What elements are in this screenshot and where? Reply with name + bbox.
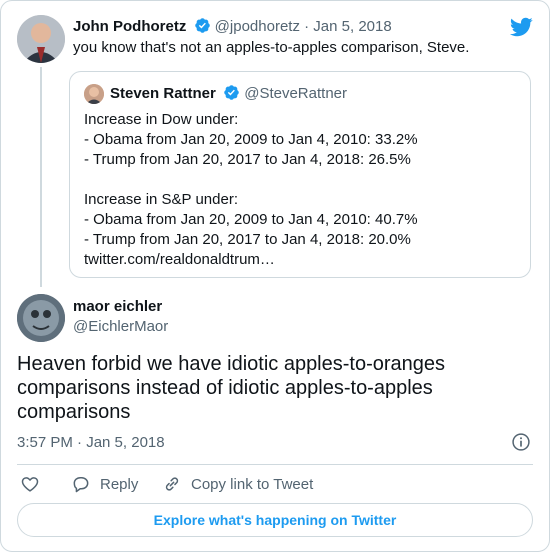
parent-tweet-header: John Podhoretz @jpodhoretz · Jan 5, 2018 <box>73 17 392 37</box>
avatar-steven-rattner <box>84 84 104 104</box>
dot-separator: · <box>304 18 310 35</box>
tweet-timestamp[interactable]: 3:57 PM · Jan 5, 2018 <box>17 433 165 453</box>
quoted-text-line: - Trump from Jan 20, 2017 to Jan 4, 2018… <box>84 151 411 168</box>
explore-button[interactable]: Explore what's happening on Twitter <box>17 503 533 537</box>
quoted-text-line: - Obama from Jan 20, 2009 to Jan 4, 2010… <box>84 131 418 148</box>
reply-label: Reply <box>100 475 139 493</box>
main-tweet-text: Heaven forbid we have idiotic apples-to-… <box>17 352 517 424</box>
verified-badge-icon <box>224 85 239 100</box>
quoted-text-line <box>84 170 418 190</box>
parent-tweet-text: you know that's not an apples-to-apples … <box>73 39 470 56</box>
thread-connector <box>40 67 42 287</box>
reply-button[interactable]: Reply <box>71 473 138 495</box>
copy-link-button[interactable]: Copy link to Tweet <box>162 473 313 495</box>
main-tweet-text-line: comparisons instead of idiotic apples-to… <box>17 377 433 399</box>
divider <box>17 464 533 465</box>
like-button[interactable] <box>20 473 40 495</box>
quoted-tweet-text: Increase in Dow under: - Obama from Jan … <box>84 110 418 270</box>
quoted-link[interactable]: twitter.com/realdonaldtrum… <box>84 250 418 270</box>
author-handle[interactable]: @jpodhoretz <box>215 18 300 35</box>
info-icon[interactable] <box>511 432 531 452</box>
avatar-maor-eichler[interactable] <box>17 294 65 342</box>
quoted-text-line: - Trump from Jan 20, 2017 to Jan 4, 2018… <box>84 231 411 248</box>
main-tweet-author: maor eichler <box>73 297 162 317</box>
tweet-date[interactable]: Jan 5, 2018 <box>313 18 391 35</box>
heart-icon <box>21 477 39 492</box>
quoted-author-handle: @SteveRattner <box>244 85 347 102</box>
quoted-author-name: Steven Rattner <box>110 85 216 102</box>
quoted-tweet[interactable]: Steven Rattner @SteveRattner Increase in… <box>69 71 531 278</box>
link-icon <box>165 477 179 491</box>
quoted-text-line: Increase in S&P under: <box>84 191 238 208</box>
twitter-bird-icon[interactable] <box>509 15 533 39</box>
reply-bubble-icon <box>73 477 89 493</box>
tweet-embed-card: John Podhoretz @jpodhoretz · Jan 5, 2018… <box>0 0 550 552</box>
quoted-tweet-header: Steven Rattner @SteveRattner <box>110 84 347 104</box>
quoted-text-line: - Obama from Jan 20, 2009 to Jan 4, 2010… <box>84 211 418 228</box>
avatar-john-podhoretz[interactable] <box>17 15 65 63</box>
copy-link-label: Copy link to Tweet <box>191 475 314 493</box>
author-name[interactable]: John Podhoretz <box>73 18 186 35</box>
quoted-text-line: Increase in Dow under: <box>84 111 239 128</box>
verified-badge-icon <box>194 18 210 33</box>
main-tweet-text-line: Heaven forbid we have idiotic apples-to-… <box>17 353 446 375</box>
author-name[interactable]: maor eichler <box>73 298 162 315</box>
main-tweet-text-line: comparisons <box>17 401 131 423</box>
author-handle[interactable]: @EichlerMaor <box>73 317 168 337</box>
